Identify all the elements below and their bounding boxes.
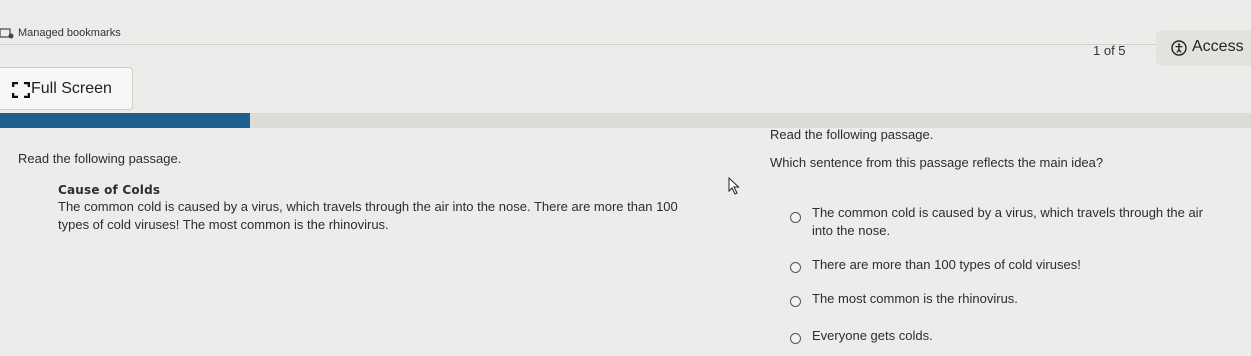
passage-instruction: Read the following passage.: [18, 151, 182, 166]
mouse-cursor-icon: [728, 176, 740, 195]
option-text[interactable]: into the nose.: [812, 223, 890, 238]
radio-button[interactable]: [790, 212, 801, 223]
option-text[interactable]: There are more than 100 types of cold vi…: [812, 257, 1081, 272]
managed-bookmarks-folder-icon[interactable]: [0, 27, 14, 39]
passage-line: types of cold viruses! The most common i…: [58, 217, 389, 232]
accessibility-icon: [1171, 40, 1187, 56]
fullscreen-icon: [11, 81, 31, 99]
radio-button[interactable]: [790, 333, 801, 344]
progress-bar: [0, 113, 1251, 128]
question-prompt: Which sentence from this passage reflect…: [770, 155, 1104, 170]
radio-button[interactable]: [790, 262, 801, 273]
accessibility-label: Access: [1192, 38, 1244, 55]
fullscreen-button[interactable]: Full Screen: [0, 67, 133, 110]
bookmarks-bar: Managed bookmarks: [0, 22, 1251, 44]
option-text[interactable]: The most common is the rhinovirus.: [812, 291, 1018, 306]
toolbar-divider: [0, 44, 1251, 45]
option-text[interactable]: Everyone gets colds.: [812, 328, 933, 343]
question-instruction: Read the following passage.: [770, 127, 934, 142]
accessibility-button[interactable]: Access: [1156, 30, 1251, 66]
option-text[interactable]: The common cold is caused by a virus, wh…: [812, 205, 1203, 220]
fullscreen-label: Full Screen: [31, 80, 112, 97]
progress-fill: [0, 113, 250, 128]
managed-bookmarks-label[interactable]: Managed bookmarks: [18, 27, 121, 39]
passage-line: The common cold is caused by a virus, wh…: [58, 199, 678, 214]
passage-title: Cause of Colds: [58, 183, 161, 197]
page-counter: 1 of 5: [1093, 43, 1126, 58]
radio-button[interactable]: [790, 296, 801, 307]
